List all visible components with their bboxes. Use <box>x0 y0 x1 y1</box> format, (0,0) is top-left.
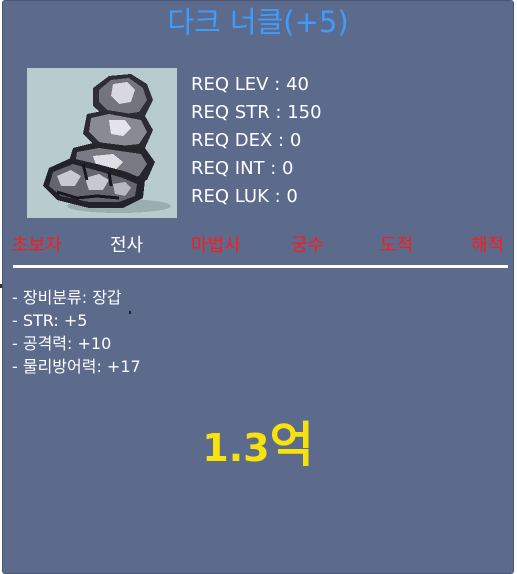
stat-str: - STR: +5 <box>12 311 88 330</box>
job-archer: 궁수 <box>291 235 325 256</box>
job-thief: 도적 <box>380 235 414 256</box>
job-beginner: 초보자 <box>12 235 62 256</box>
stat-equipment-type: - 장비분류: 장갑 <box>12 288 122 307</box>
item-stats: - 장비분류: 장갑 - STR: +5 - 공격력: +10 - 물리방어력:… <box>12 287 141 379</box>
stray-dot <box>129 311 131 314</box>
price-amount: 1.3 <box>202 426 270 470</box>
stat-attack: - 공격력: +10 <box>12 334 112 353</box>
req-dex: REQ DEX : 0 <box>191 130 302 151</box>
item-name: 다크 너클(+5) <box>167 5 349 39</box>
stat-defense: - 물리방어력: +17 <box>12 357 141 376</box>
item-tooltip-card: 다크 너클(+5) REQ LEV: 40 REQ STR: 150 REQ… <box>2 0 514 574</box>
item-price: 1.3억 <box>3 417 513 476</box>
job-pirate: 해적 <box>471 235 505 256</box>
req-level: REQ LEV : 40 <box>191 74 309 95</box>
job-warrior: 전사 <box>110 235 144 256</box>
divider <box>13 265 508 268</box>
req-int: REQ INT : 0 <box>191 158 294 179</box>
req-luk: REQ LUK : 0 <box>191 186 298 207</box>
req-str: REQ STR : 150 <box>191 102 322 123</box>
job-requirements: 초보자 전사 마법사 궁수 도적 해적 <box>3 234 515 258</box>
requirements-list: REQ LEV : 40 REQ STR : 150 REQ DEX : 0 R… <box>191 73 322 213</box>
price-unit: 억 <box>269 417 314 473</box>
dark-knuckle-glove-icon <box>27 68 177 218</box>
job-magician: 마법사 <box>191 235 241 256</box>
